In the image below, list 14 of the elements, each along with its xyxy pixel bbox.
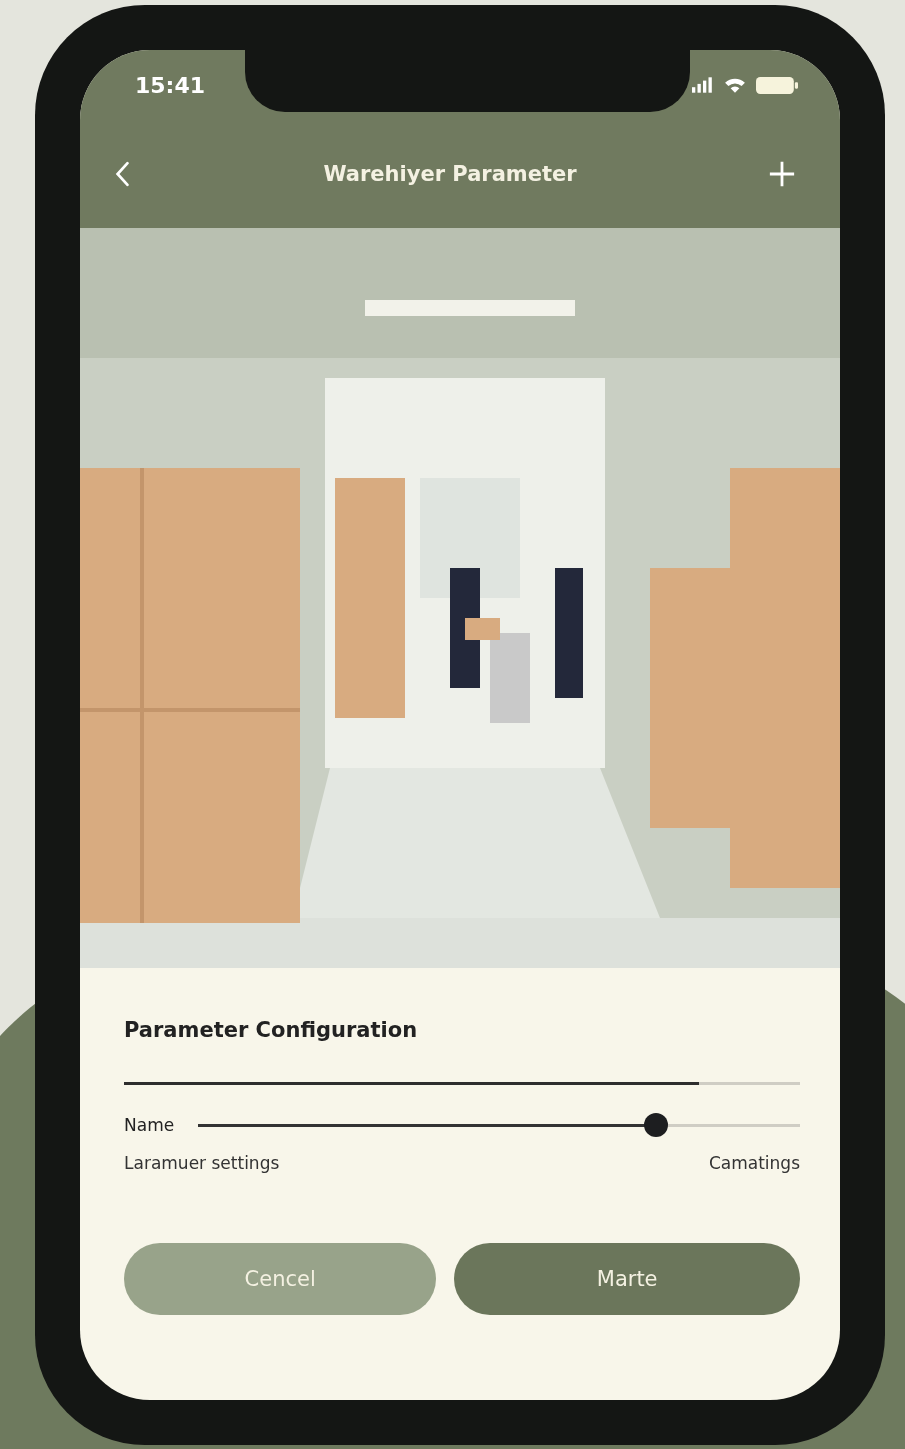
battery-icon (756, 76, 798, 94)
signal-icon (692, 77, 714, 93)
action-button[interactable]: Marte (454, 1243, 800, 1315)
plus-icon (768, 160, 796, 188)
slider-thumb[interactable] (643, 1113, 668, 1137)
wifi-icon (724, 76, 746, 94)
back-icon (114, 160, 132, 188)
settings-caption: Laramuer settings (124, 1153, 280, 1173)
action-button[interactable]: Cencel (124, 1243, 437, 1315)
slider-label: Name (124, 1115, 175, 1135)
screen-title: Warehiyer Parameter (323, 162, 577, 186)
settings-caption: Camatings (708, 1153, 800, 1173)
section-title: Parameter Configuration (124, 1018, 419, 1042)
status-time: 15:41 (135, 72, 206, 98)
